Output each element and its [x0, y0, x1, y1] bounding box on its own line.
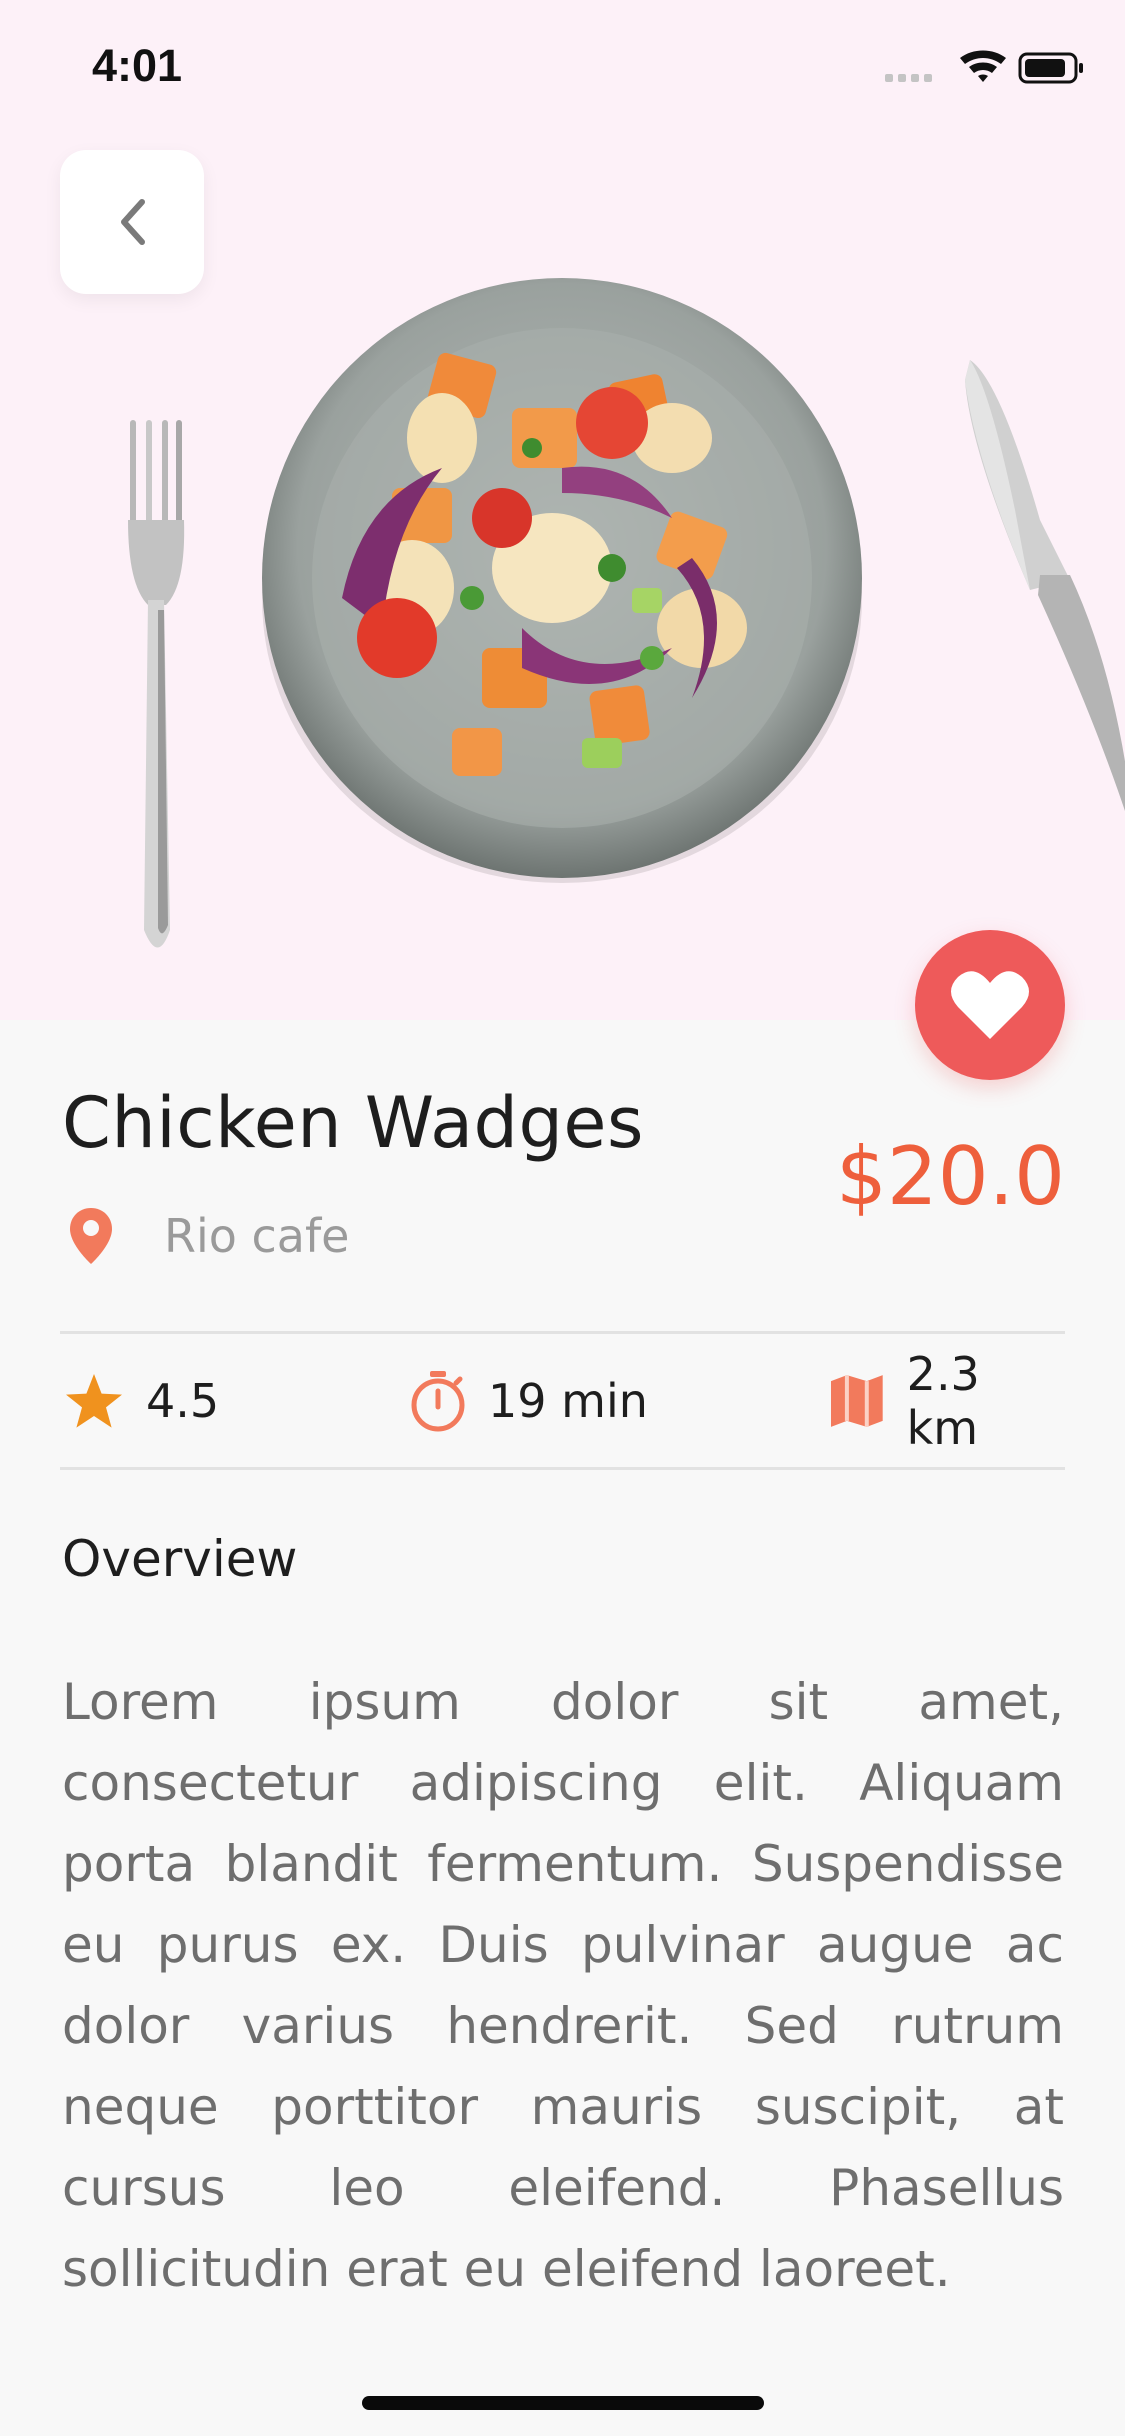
dish-price: $20.0	[835, 1130, 1065, 1223]
knife-image	[965, 360, 1125, 812]
battery-icon	[1018, 52, 1083, 84]
restaurant-location[interactable]: Rio cafe	[68, 1206, 349, 1266]
time-stat: 19 min	[410, 1333, 648, 1468]
heart-icon	[951, 971, 1029, 1039]
status-time: 4:01	[92, 40, 183, 91]
divider-bottom	[60, 1467, 1065, 1470]
chevron-left-icon	[121, 199, 145, 245]
back-button[interactable]	[60, 150, 204, 294]
time-value: 19 min	[488, 1373, 648, 1428]
overview-description: Lorem ipsum dolor sit amet, consectetur …	[62, 1673, 1064, 2298]
home-indicator[interactable]	[362, 2396, 764, 2410]
rating-value: 4.5	[146, 1373, 220, 1428]
salad-plate-image	[262, 278, 862, 883]
stopwatch-icon	[411, 1370, 465, 1431]
map-icon	[830, 1374, 883, 1427]
hero-section: 4:01	[0, 0, 1125, 1020]
rating-stat: 4.5	[64, 1333, 219, 1468]
restaurant-name: Rio cafe	[164, 1209, 350, 1263]
location-pin-icon	[70, 1208, 112, 1264]
fork-image	[128, 420, 185, 948]
overview-heading: Overview	[62, 1530, 298, 1588]
dish-title: Chicken Wadges	[62, 1082, 644, 1164]
distance-value: 2.3 km	[906, 1346, 980, 1455]
favorite-button[interactable]	[915, 930, 1065, 1080]
signal-icon	[885, 74, 932, 82]
stats-row: 4.5 19 min 2.3 km	[60, 1333, 1065, 1468]
wifi-icon	[960, 50, 1006, 82]
status-icons	[885, 50, 1083, 84]
distance-stat: 2.3 km	[829, 1333, 1065, 1468]
star-icon	[66, 1373, 122, 1428]
